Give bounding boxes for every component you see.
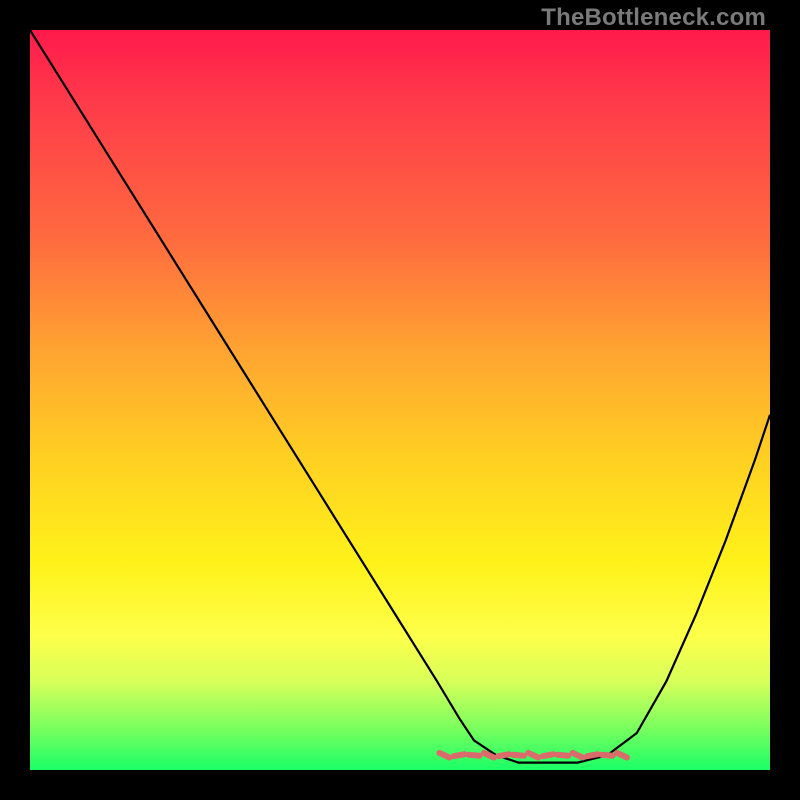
plot-area: [30, 30, 770, 770]
bottleneck-curve: [30, 30, 770, 770]
curve-path: [30, 30, 770, 763]
watermark-text: TheBottleneck.com: [541, 4, 766, 32]
valley-tick-band: [439, 753, 627, 758]
outer-frame: TheBottleneck.com: [0, 0, 800, 800]
